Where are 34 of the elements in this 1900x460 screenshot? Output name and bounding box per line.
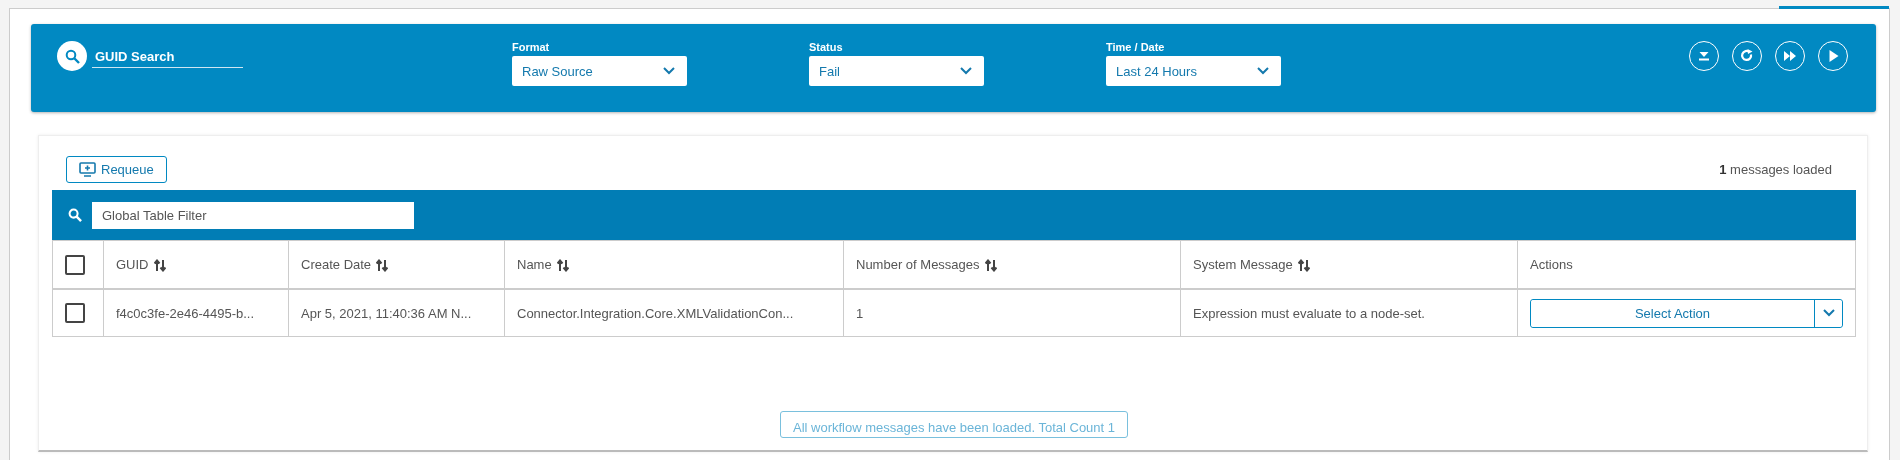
filter-label: Format: [512, 41, 551, 53]
fast-forward-icon: [1782, 48, 1798, 64]
column-header[interactable]: GUID: [116, 257, 149, 273]
monitor-plus-icon: [79, 162, 96, 177]
table-cell: f4c0c3fe-2e46-4495-b...: [116, 305, 255, 321]
chevron-down-icon: [960, 67, 972, 75]
column-header[interactable]: Number of Messages: [856, 257, 980, 273]
chevron-down-icon: [1822, 309, 1835, 317]
column-header[interactable]: Name: [517, 257, 552, 273]
checkbox[interactable]: [65, 303, 85, 323]
table-filter-field[interactable]: Global Table Filter: [92, 201, 414, 229]
column-header[interactable]: Create Date: [301, 257, 372, 273]
search-icon[interactable]: [57, 41, 87, 71]
column-header: Actions: [1530, 257, 1573, 273]
table-cell: Expression must evaluate to a node-set.: [1193, 305, 1425, 321]
requeue-button[interactable]: Requeue: [66, 156, 167, 183]
table-cell: Connector.Integration.Core.XMLValidationCon...: [517, 305, 794, 321]
action-dropdown-button[interactable]: [1814, 299, 1842, 327]
chevron-down-icon: [663, 67, 675, 75]
chevron-down-icon: [1257, 67, 1269, 75]
table-cell: Apr 5, 2021, 11:40:36 AM N...: [301, 305, 472, 321]
filter-label: Status: [809, 41, 844, 53]
column-header[interactable]: System Message: [1193, 257, 1293, 273]
filter-dropdown[interactable]: Fail: [809, 56, 984, 86]
messages-loaded-text: 1 messages loaded: [1719, 162, 1832, 177]
guid-search-field[interactable]: GUID Search: [92, 44, 243, 68]
search-icon: [68, 208, 82, 222]
load-complete-message: All workflow messages have been loaded. Total Count 1: [779, 411, 1129, 438]
refresh-icon: [1739, 48, 1755, 64]
filter-dropdown[interactable]: Last 24 Hours: [1106, 56, 1281, 86]
filter-dropdown[interactable]: Raw Source: [512, 56, 687, 86]
table-cell: 1: [856, 305, 864, 321]
filter-label: Time / Date: [1106, 41, 1166, 53]
checkbox[interactable]: [65, 254, 85, 275]
